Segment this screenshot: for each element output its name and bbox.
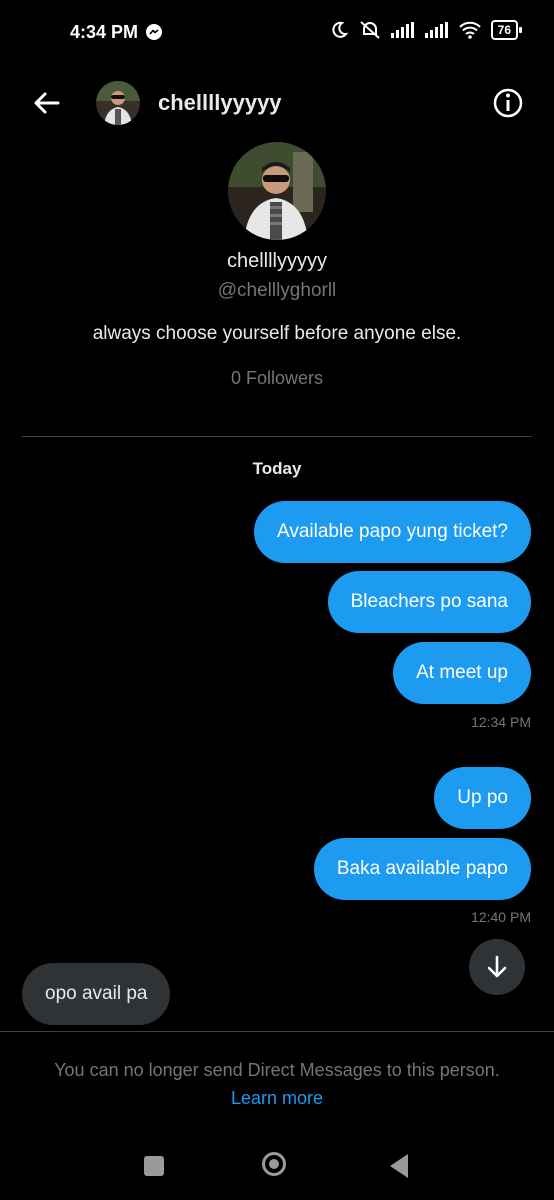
signal-icon: [424, 22, 448, 38]
profile-bio: always choose yourself before anyone els…: [92, 323, 462, 344]
signal-icon: [390, 22, 414, 38]
info-button[interactable]: [490, 85, 526, 121]
followers-count[interactable]: 0 Followers: [0, 368, 554, 389]
message-timestamp: 12:40 PM: [471, 909, 531, 925]
scroll-down-button[interactable]: [469, 939, 525, 995]
message-bubble-sent[interactable]: Up po: [434, 767, 531, 829]
status-time: 4:34 PM: [70, 22, 139, 42]
message-timestamp: 12:34 PM: [471, 714, 531, 730]
recents-button[interactable]: [144, 1156, 164, 1176]
profile-avatar[interactable]: [228, 142, 326, 240]
profile-handle[interactable]: @chelllyghorll: [0, 280, 554, 302]
arrow-left-icon: [34, 92, 60, 114]
info-icon: [493, 88, 523, 118]
home-button[interactable]: [262, 1152, 286, 1176]
divider: [22, 436, 532, 437]
profile-name[interactable]: chellllyyyyy: [0, 250, 554, 273]
header-avatar[interactable]: [96, 81, 140, 125]
silent-icon: [359, 21, 380, 39]
learn-more-link[interactable]: Learn more: [0, 1088, 554, 1109]
footer-divider: [0, 1031, 554, 1032]
moon-icon: [332, 21, 348, 38]
message-bubble-received[interactable]: opo avail pa: [22, 963, 171, 1025]
dm-restriction-notice: You can no longer send Direct Messages t…: [54, 1060, 500, 1080]
status-icons: 76: [329, 20, 523, 40]
date-label: Today: [252, 459, 302, 478]
message-bubble-sent[interactable]: Bleachers po sana: [327, 571, 531, 633]
message-bubble-sent[interactable]: Baka available papo: [313, 838, 531, 900]
message-bubble-sent[interactable]: Available papo yung ticket?: [254, 501, 531, 563]
battery-icon: 76: [490, 20, 523, 40]
message-bubble-sent[interactable]: At meet up: [393, 642, 531, 704]
nav-back-button[interactable]: [390, 1154, 408, 1178]
back-button[interactable]: [30, 86, 64, 120]
header-name[interactable]: chellllyyyyy: [158, 90, 282, 116]
arrow-down-icon: [487, 955, 507, 978]
wifi-icon: [458, 21, 481, 39]
messenger-icon: [146, 24, 162, 40]
